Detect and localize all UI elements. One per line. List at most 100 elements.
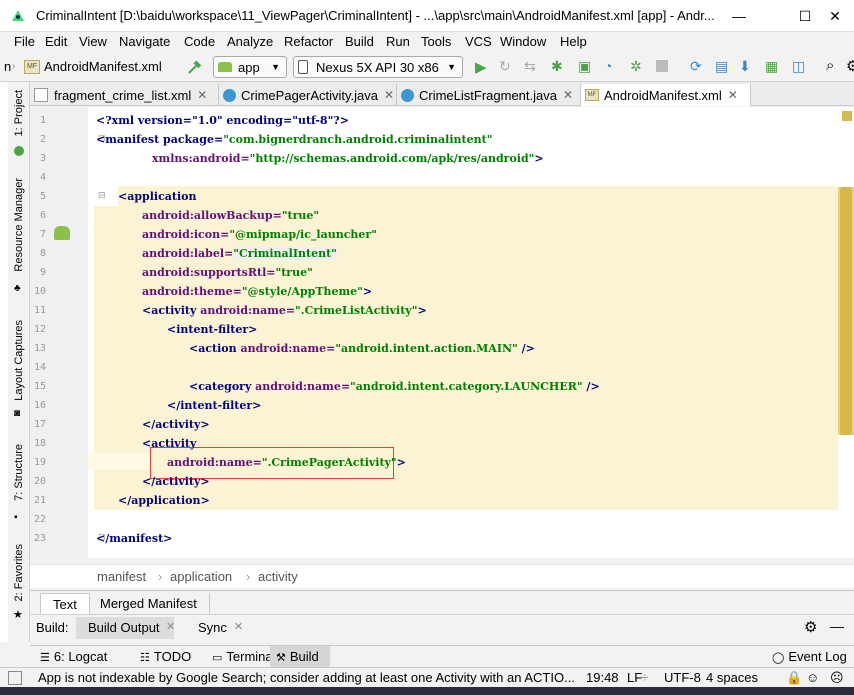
run-icon[interactable]: ▶ [475, 58, 487, 76]
crumb-activity[interactable]: activity [258, 569, 298, 584]
attach-debugger-icon[interactable]: ✲ [630, 58, 642, 75]
settings-icon[interactable]: ⚙ [846, 57, 854, 75]
code-tag: </manifest> [96, 532, 173, 545]
line-separator[interactable]: LF [627, 670, 642, 685]
crumb-application[interactable]: application [170, 569, 232, 584]
crumb-manifest[interactable]: manifest [97, 569, 146, 584]
tool-project[interactable]: 1: Project [13, 90, 25, 136]
tool-todo[interactable]: ☷ TODO [140, 649, 191, 664]
code-attr: android:name= [240, 342, 336, 355]
code-value: "http://schemas.android.com/apk/res/andr… [249, 152, 535, 165]
tool-layout-captures[interactable]: Layout Captures [13, 320, 25, 401]
menu-tools[interactable]: Tools [421, 34, 451, 49]
code-tag: </activity> [142, 418, 210, 431]
nav-file-name[interactable]: AndroidManifest.xml [44, 59, 162, 74]
lock-icon[interactable]: 🔒 [786, 670, 802, 686]
menu-help[interactable]: Help [560, 34, 587, 49]
tab-crime-pager-activity[interactable]: CrimePagerActivity.java ✕ [219, 84, 397, 106]
camera-icon: ◙ [14, 408, 21, 419]
java-class-icon [401, 88, 414, 102]
menu-navigate[interactable]: Navigate [119, 34, 170, 49]
coverage-icon[interactable]: ▣ [578, 58, 591, 75]
tab-label: Text [53, 597, 77, 612]
avd-manager-icon[interactable]: ▤ [715, 58, 728, 75]
profile-icon[interactable]: ◔ [604, 58, 612, 74]
device-select[interactable]: Nexus 5X API 30 x86 ▼ [293, 56, 463, 78]
tab-text[interactable]: Text [40, 593, 90, 614]
layout-inspector-icon[interactable]: ▦ [765, 58, 778, 75]
menu-code[interactable]: Code [184, 34, 215, 49]
tab-merged-manifest[interactable]: Merged Manifest [92, 593, 210, 614]
menu-view[interactable]: View [79, 34, 107, 49]
search-everywhere-icon[interactable]: ⌕ [826, 57, 834, 74]
tool-structure[interactable]: 7: Structure [13, 444, 25, 501]
apply-changes-icon[interactable]: ↻ [499, 58, 511, 75]
close-icon[interactable]: ✕ [197, 88, 207, 102]
main-toolbar: n › MF AndroidManifest.xml app ▼ Nexus 5… [0, 52, 854, 82]
hammer-icon[interactable] [186, 60, 202, 74]
tab-build-output[interactable]: Build Output ✕ [76, 617, 175, 639]
tab-sync[interactable]: Sync ✕ [186, 617, 256, 639]
tool-favorites[interactable]: 2: Favorites [13, 544, 25, 601]
code-line-15: <category android:name="android.intent.c… [189, 380, 600, 393]
line-number: 12 [33, 324, 46, 335]
menu-file[interactable]: File [14, 34, 35, 49]
menu-run[interactable]: Run [386, 34, 410, 49]
feedback-icon[interactable]: ☹ [830, 670, 844, 686]
code-attr: android:label= [142, 247, 234, 260]
device-manager-icon[interactable]: ◫ [792, 58, 805, 75]
chevron-right-icon: › [246, 569, 251, 584]
breadcrumb: manifest › application › activity [30, 564, 854, 588]
code-value: "com.bignerdranch.android.criminalintent… [223, 133, 493, 146]
settings-icon[interactable]: ⚙ [804, 618, 817, 636]
minimize-panel-icon[interactable]: — [830, 618, 844, 634]
tool-resource-manager[interactable]: Resource Manager [13, 178, 25, 272]
module-select[interactable]: app ▼ [213, 56, 287, 78]
file-encoding[interactable]: UTF-8 [664, 670, 701, 685]
tab-fragment-crime-list[interactable]: fragment_crime_list.xml ✕ [30, 84, 219, 106]
close-icon[interactable]: ✕ [166, 620, 175, 633]
close-icon[interactable]: ✕ [728, 88, 738, 102]
debug-icon[interactable]: ✱ [551, 58, 563, 75]
tool-label: Build [289, 649, 319, 664]
xml-file-icon [34, 88, 48, 102]
close-icon[interactable]: ✕ [234, 620, 243, 633]
menu-window[interactable]: Window [500, 34, 546, 49]
tool-logcat[interactable]: ☰ 6: Logcat [40, 649, 107, 664]
minimize-button[interactable]: — [716, 0, 762, 32]
tool-build[interactable]: ⚒ Build [270, 646, 330, 668]
close-icon[interactable]: ✕ [384, 88, 394, 102]
indent-setting[interactable]: 4 spaces [706, 670, 758, 685]
code-tag: > [534, 152, 544, 165]
smile-icon[interactable]: ☺ [806, 670, 819, 685]
structure-icon: ▪ [14, 512, 18, 523]
bottom-tool-strip: ☰ 6: Logcat ☷ TODO ▭ Terminal ⚒ Build ◯ Event… [30, 645, 854, 668]
close-icon[interactable]: ✕ [563, 88, 573, 102]
menu-analyze[interactable]: Analyze [227, 34, 273, 49]
tool-event-log[interactable]: ◯ Event Log [772, 649, 847, 664]
menu-vcs[interactable]: VCS [465, 34, 492, 49]
stop-icon[interactable] [656, 60, 668, 72]
tab-android-manifest[interactable]: MF AndroidManifest.xml ✕ [581, 84, 751, 106]
apply-code-changes-icon[interactable]: ⇆ [524, 58, 536, 75]
code-editor[interactable]: ⊟ ⊟ ⊟ 1 2 3 4 5 6 7 8 9 10 11 12 13 14 1… [30, 107, 854, 558]
event-log-icon: ◯ [772, 652, 785, 664]
menu-refactor[interactable]: Refactor [284, 34, 333, 49]
sync-gradle-icon[interactable]: ⟳ [690, 58, 702, 75]
fold-icon[interactable]: ⊟ [98, 190, 106, 201]
nav-breadcrumb-prefix[interactable]: n [4, 59, 11, 74]
menu-build[interactable]: Build [345, 34, 374, 49]
tab-crime-list-fragment[interactable]: CrimeListFragment.java ✕ [397, 84, 581, 106]
status-message[interactable]: App is not indexable by Google Search; c… [38, 670, 578, 685]
menu-edit[interactable]: Edit [45, 34, 67, 49]
panel-toggle-icon[interactable] [8, 671, 22, 685]
close-button[interactable]: ✕ [812, 0, 854, 32]
resources-icon: ♣ [14, 283, 21, 294]
android-launcher-icon[interactable] [54, 226, 70, 240]
dropdown-arrow-icon: ▼ [271, 62, 280, 72]
status-bar: App is not indexable by Google Search; c… [0, 667, 854, 687]
scrollbar-thumb[interactable] [840, 187, 852, 435]
tool-terminal[interactable]: ▭ Terminal [212, 649, 276, 664]
caret-position[interactable]: 19:48 [586, 670, 619, 685]
sdk-manager-icon[interactable]: ⬇ [739, 58, 751, 75]
